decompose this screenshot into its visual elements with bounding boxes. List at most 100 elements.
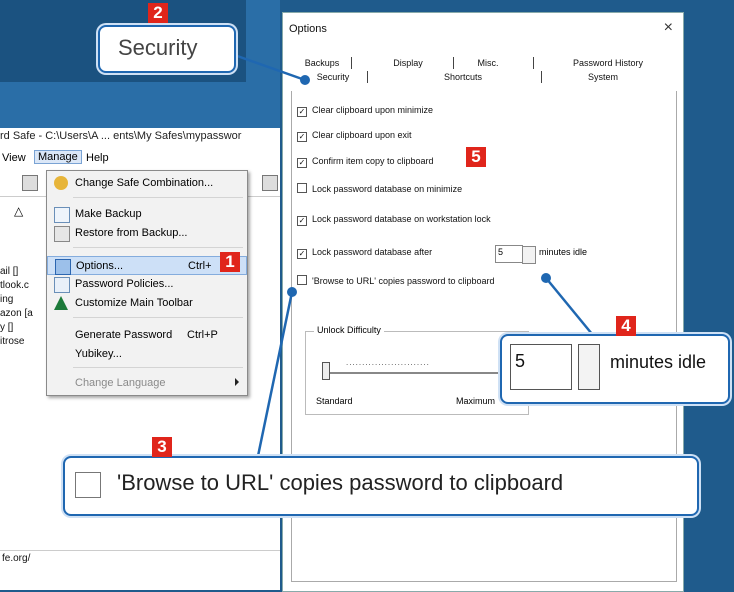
option-lock-on-minimize[interactable]: Lock password database on minimize <box>297 183 462 194</box>
menu-item-label: Password Policies... <box>75 278 174 290</box>
menu-item-change-safe-combination[interactable]: Change Safe Combination... <box>47 174 247 193</box>
status-bar: fe.org/ <box>0 550 280 567</box>
checkbox[interactable] <box>297 275 307 285</box>
menu-item-change-language[interactable]: Change Language <box>47 374 247 393</box>
slider-label-maximum: Maximum <box>456 396 496 406</box>
checkbox[interactable]: ✓ <box>297 158 307 168</box>
callout-checkbox <box>75 472 101 498</box>
tab-shortcuts[interactable]: Shortcuts <box>433 72 493 82</box>
option-label: Lock password database on workstation lo… <box>312 214 491 224</box>
option-lock-on-workstation-lock[interactable]: ✓ Lock password database on workstation l… <box>297 214 491 226</box>
checkbox[interactable]: ✓ <box>297 107 307 117</box>
tree-item[interactable]: ing <box>0 294 13 305</box>
tab-separator <box>541 71 542 83</box>
menu-separator <box>73 197 243 198</box>
callout-idle-value-box: 5 <box>510 344 572 390</box>
tab-misc[interactable]: Misc. <box>463 58 513 68</box>
toolbar-icon[interactable] <box>262 175 278 191</box>
tree-item[interactable]: y [] <box>0 322 13 333</box>
submenu-arrow-icon <box>235 378 239 386</box>
menu-item-label: Generate Password <box>75 329 173 341</box>
menu-item-password-policies[interactable]: Password Policies... <box>47 275 247 294</box>
menu-manage[interactable]: Manage <box>34 150 82 164</box>
option-label: Confirm item copy to clipboard <box>312 156 434 166</box>
callout-idle-value: 5 <box>515 351 526 371</box>
step-badge-4: 4 <box>616 316 636 336</box>
tree-item[interactable]: itrose <box>0 336 24 347</box>
idle-minutes-value: 5 <box>498 247 504 257</box>
callout-browse-url: 'Browse to URL' copies password to clipb… <box>63 456 699 516</box>
slider-track <box>324 372 504 374</box>
checkbox[interactable] <box>297 183 307 193</box>
manage-menu: Change Safe Combination... Make Backup R… <box>46 170 248 396</box>
menu-separator <box>73 247 243 248</box>
slider-ticks: .......................... <box>346 358 430 367</box>
callout-security-label: Security <box>118 35 198 60</box>
policy-icon <box>54 277 70 293</box>
menu-help[interactable]: Help <box>86 152 109 164</box>
tab-password-history[interactable]: Password History <box>553 58 663 68</box>
options-icon <box>55 259 71 275</box>
idle-minutes-spinner[interactable]: 5 <box>495 245 536 264</box>
spinner-buttons[interactable] <box>522 246 536 264</box>
group-icon: △ <box>14 204 24 218</box>
step-badge-1: 1 <box>220 252 240 272</box>
save-icon[interactable] <box>22 175 38 191</box>
option-clear-clipboard-exit[interactable]: ✓ Clear clipboard upon exit <box>297 130 412 142</box>
menu-item-label: Make Backup <box>75 208 142 220</box>
callout-browse-url-label: 'Browse to URL' copies password to clipb… <box>117 470 564 495</box>
option-clear-clipboard-minimize[interactable]: ✓ Clear clipboard upon minimize <box>297 105 433 117</box>
option-label: Lock password database after <box>312 247 433 257</box>
tab-separator <box>533 57 534 69</box>
option-lock-after-idle[interactable]: ✓ Lock password database after <box>297 247 432 259</box>
tab-display[interactable]: Display <box>383 58 433 68</box>
menu-item-label: Change Safe Combination... <box>75 177 214 189</box>
menu-item-make-backup[interactable]: Make Backup <box>47 205 247 224</box>
menu-item-label: Change Language <box>75 377 166 389</box>
menu-item-shortcut: Ctrl+P <box>187 329 218 341</box>
menu-item-label: Options... <box>76 260 124 272</box>
menu-item-label: Yubikey... <box>75 348 122 360</box>
menu-item-customize-toolbar[interactable]: Customize Main Toolbar <box>47 294 247 313</box>
option-label: 'Browse to URL' copies password to clipb… <box>312 276 495 286</box>
group-title: Unlock Difficulty <box>314 325 384 335</box>
unlock-difficulty-group: Unlock Difficulty ......................… <box>305 325 529 415</box>
tab-backups[interactable]: Backups <box>297 58 347 68</box>
status-text: fe.org/ <box>2 553 31 564</box>
slider-label-standard: Standard <box>316 396 353 406</box>
close-icon[interactable]: × <box>664 19 673 37</box>
menu-separator <box>73 317 243 318</box>
callout-spinner-buttons <box>578 344 600 390</box>
slider-thumb[interactable] <box>322 362 330 380</box>
key-icon <box>54 176 68 190</box>
callout-idle-suffix: minutes idle <box>610 352 707 372</box>
tab-system[interactable]: System <box>573 72 633 82</box>
menu-item-restore-backup[interactable]: Restore from Backup... <box>47 224 247 243</box>
step-badge-3: 3 <box>152 437 172 457</box>
option-browse-url-copies-password[interactable]: 'Browse to URL' copies password to clipb… <box>297 275 495 286</box>
tree-item[interactable]: ail [] <box>0 266 18 277</box>
tab-security[interactable]: Security <box>303 72 363 82</box>
menu-item-shortcut: Ctrl+ <box>188 260 212 272</box>
menu-item-options[interactable]: Options... Ctrl+ <box>47 256 247 275</box>
toolbar-icon <box>54 296 68 310</box>
window-title: rd Safe - C:\Users\A ... ents\My Safes\m… <box>0 130 242 142</box>
tree-item[interactable]: azon [a <box>0 308 33 319</box>
checkbox[interactable]: ✓ <box>297 132 307 142</box>
tree-item[interactable]: tlook.c <box>0 280 29 291</box>
menu-separator <box>73 367 243 368</box>
menu-view[interactable]: View <box>2 152 26 164</box>
menu-item-generate-password[interactable]: Generate Password Ctrl+P <box>47 326 247 345</box>
checkbox[interactable]: ✓ <box>297 216 307 226</box>
option-label: Clear clipboard upon exit <box>312 130 412 140</box>
restore-icon <box>54 226 70 242</box>
menu-item-yubikey[interactable]: Yubikey... <box>47 345 247 364</box>
callout-idle-minutes: 5 minutes idle <box>500 334 730 404</box>
backup-icon <box>54 207 70 223</box>
step-badge-2: 2 <box>148 3 168 23</box>
tab-separator <box>351 57 352 69</box>
option-confirm-copy[interactable]: ✓ Confirm item copy to clipboard <box>297 156 434 168</box>
checkbox[interactable]: ✓ <box>297 249 307 259</box>
option-label: Lock password database on minimize <box>312 184 463 194</box>
menu-item-label: Customize Main Toolbar <box>75 297 193 309</box>
